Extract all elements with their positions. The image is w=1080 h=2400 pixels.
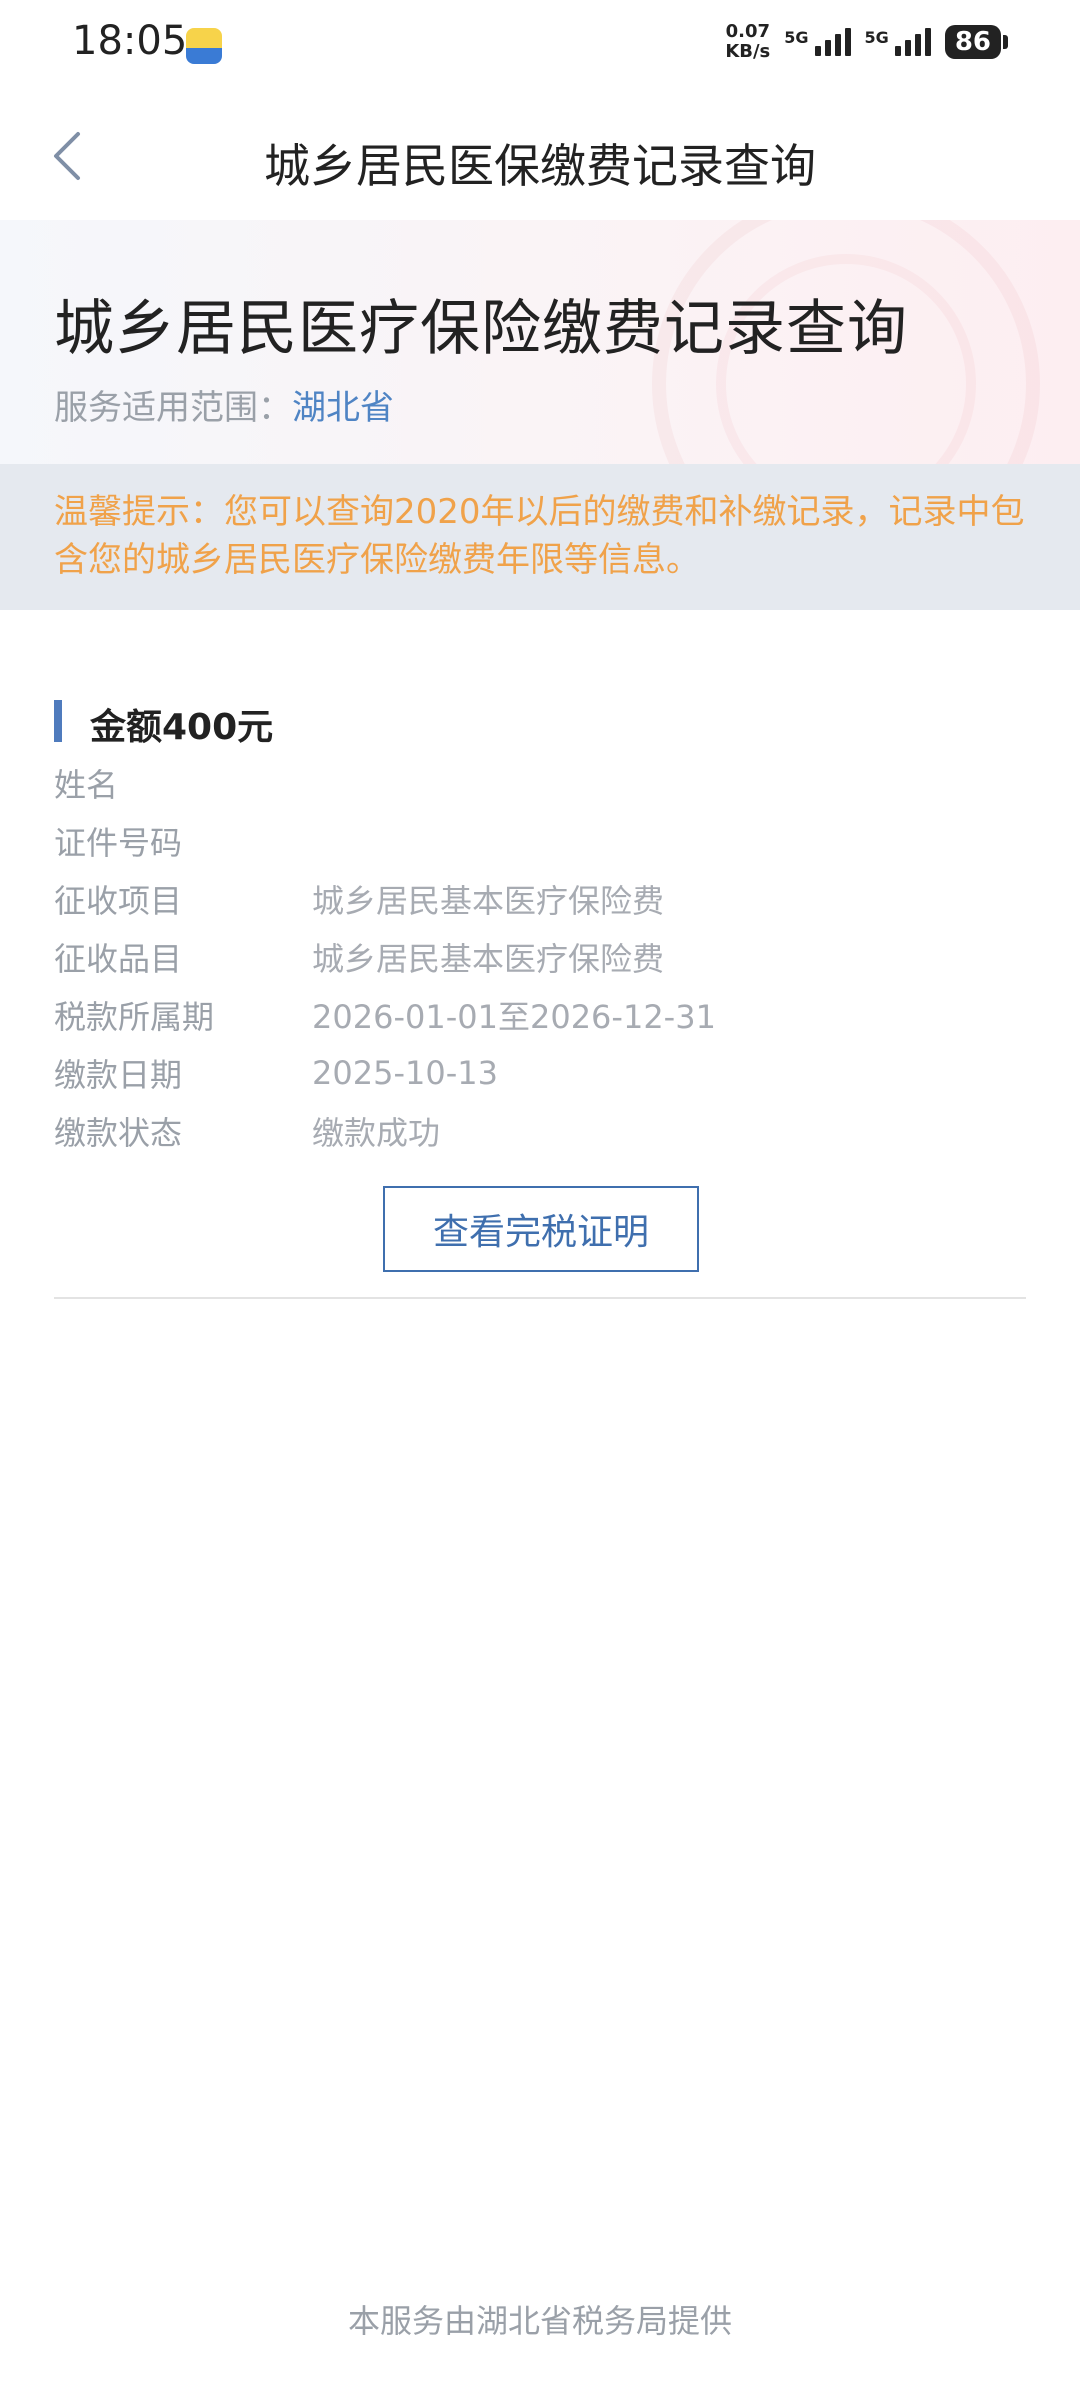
record-label: 征收品目 [54,940,183,978]
tip-text: 温馨提示：您可以查询2020年以后的缴费和补缴记录，记录中包含您的城乡居民医疗保… [54,492,1025,580]
tip-box: 温馨提示：您可以查询2020年以后的缴费和补缴记录，记录中包含您的城乡居民医疗保… [0,464,1080,610]
signal-icon: 5G [784,28,851,56]
net-speed-value: 0.07 [725,21,770,42]
status-indicators: 0.07 KB/s 5G 5G 86 [725,22,1008,62]
divider [54,1297,1026,1299]
battery-icon: 86 [944,25,1008,59]
net-speed: 0.07 KB/s [725,22,770,62]
amount-marker [54,700,62,742]
record-value: 2026-01-01至2026-12-31 [312,998,716,1036]
footer-text: 本服务由湖北省税务局提供 [347,2302,732,2340]
record-row-levy-category: 征收品目 城乡居民基本医疗保险费 [54,928,1026,986]
view-tax-certificate-button[interactable]: 查看完税证明 [383,1186,699,1272]
record-value: 2025-10-13 [312,1054,498,1092]
record-row-levy-item: 征收项目 城乡居民基本医疗保险费 [54,870,1026,928]
record-details: 姓名 证件号码 征收项目 城乡居民基本医疗保险费 征收品目 城乡居民基本医疗保险… [54,754,1026,1160]
status-bar: 18:05 0.07 KB/s 5G 5G 86 [0,0,1080,92]
navigation-bar: 城乡居民医保缴费记录查询 [0,92,1080,220]
record-value: 缴款成功 [312,1114,441,1152]
service-scope-value: 湖北省 [292,388,394,428]
network-type-2: 5G [864,28,889,47]
net-speed-unit: KB/s [725,41,771,62]
record-label: 缴款日期 [54,1056,183,1094]
record-row-payment-date: 缴款日期 2025-10-13 [54,1044,1026,1102]
service-scope-label: 服务适用范围： [54,388,292,428]
record-label: 征收项目 [54,882,183,920]
battery-level: 86 [944,25,1001,59]
signal-icon-2: 5G [865,28,931,56]
record-label: 姓名 [54,766,119,804]
service-banner: 城乡居民医疗保险缴费记录查询 服务适用范围：湖北省 [0,220,1080,464]
page-title: 城乡居民医保缴费记录查询 [264,139,816,193]
payment-record: 金额400元 姓名 证件号码 征收项目 城乡居民基本医疗保险费 征收品目 城乡居… [54,690,1026,1272]
record-label: 证件号码 [54,824,183,862]
app-notification-icon [186,28,222,64]
record-label: 税款所属期 [54,998,215,1036]
record-value: 城乡居民基本医疗保险费 [312,882,665,920]
amount-heading: 金额400元 [54,690,1026,750]
banner-title: 城乡居民医疗保险缴费记录查询 [54,294,908,364]
record-label: 缴款状态 [54,1114,183,1152]
record-row-id-number: 证件号码 [54,812,1026,870]
amount-text: 金额400元 [90,707,274,748]
status-time: 18:05 [72,18,188,64]
record-row-name: 姓名 [54,754,1026,812]
record-row-payment-status: 缴款状态 缴款成功 [54,1102,1026,1160]
network-type-1: 5G [784,28,809,47]
record-value: 城乡居民基本医疗保险费 [312,940,665,978]
record-row-tax-period: 税款所属期 2026-01-01至2026-12-31 [54,986,1026,1044]
service-scope: 服务适用范围：湖北省 [54,380,394,429]
